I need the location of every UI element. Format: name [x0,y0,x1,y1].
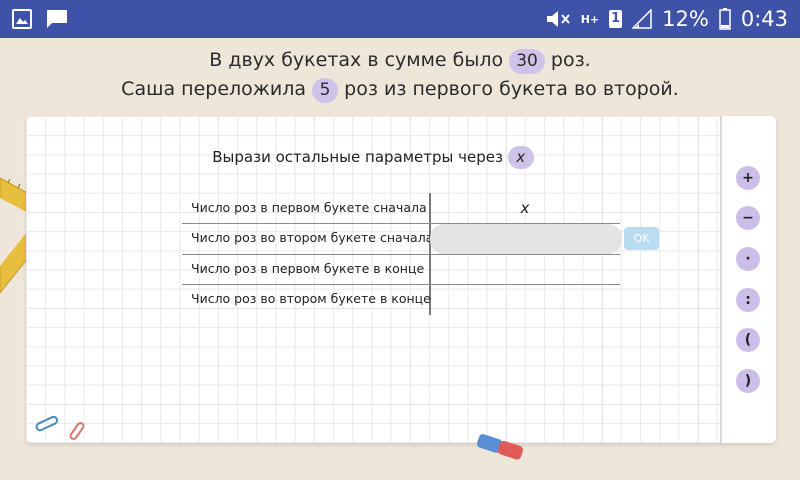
table-row: Число роз в первом букете сначала x [191,199,530,217]
task-line-1: В двух букетах в сумме было 30 роз. [0,46,800,75]
table-row: Число роз в первом букете в конце [191,261,425,276]
battery-percent: 12% [662,7,709,31]
mute-icon [545,9,571,29]
table-row: Число роз во втором букете в конце [191,291,431,306]
paperclip-icon [35,415,59,432]
network-type: H+ [580,12,600,26]
workboard: Вырази остальные параметры через x Число… [26,116,776,443]
answer-input[interactable] [430,224,622,254]
sim-indicator: 1 [609,10,623,28]
signal-icon [632,9,652,29]
task-line-2: Саша переложила 5 роз из первого букета … [0,75,800,104]
task-statement: В двух букетах в сумме было 30 роз. Саша… [0,46,800,104]
multiply-button[interactable]: · [736,247,760,271]
gallery-icon [12,9,32,29]
moved-roses-badge: 5 [312,78,339,103]
ok-button[interactable]: OK [624,227,659,250]
variable-badge: x [507,146,534,169]
plus-button[interactable]: + [736,166,760,190]
status-bar: H+ 1 12% 0:43 [0,0,800,38]
close-paren-button[interactable]: ) [736,369,760,393]
minus-button[interactable]: − [736,206,760,230]
battery-icon [719,8,731,30]
instruction: Вырази остальные параметры через x [26,146,720,169]
paperclips-decoration [34,414,94,454]
divide-button[interactable]: : [736,288,760,312]
open-paren-button[interactable]: ( [736,328,760,352]
paperclip-icon [69,422,85,440]
eraser-decoration [472,432,528,472]
total-roses-badge: 30 [509,49,545,74]
message-icon [46,9,68,29]
row-value: x [520,199,530,217]
board-divider [720,116,722,443]
clock: 0:43 [740,7,788,31]
